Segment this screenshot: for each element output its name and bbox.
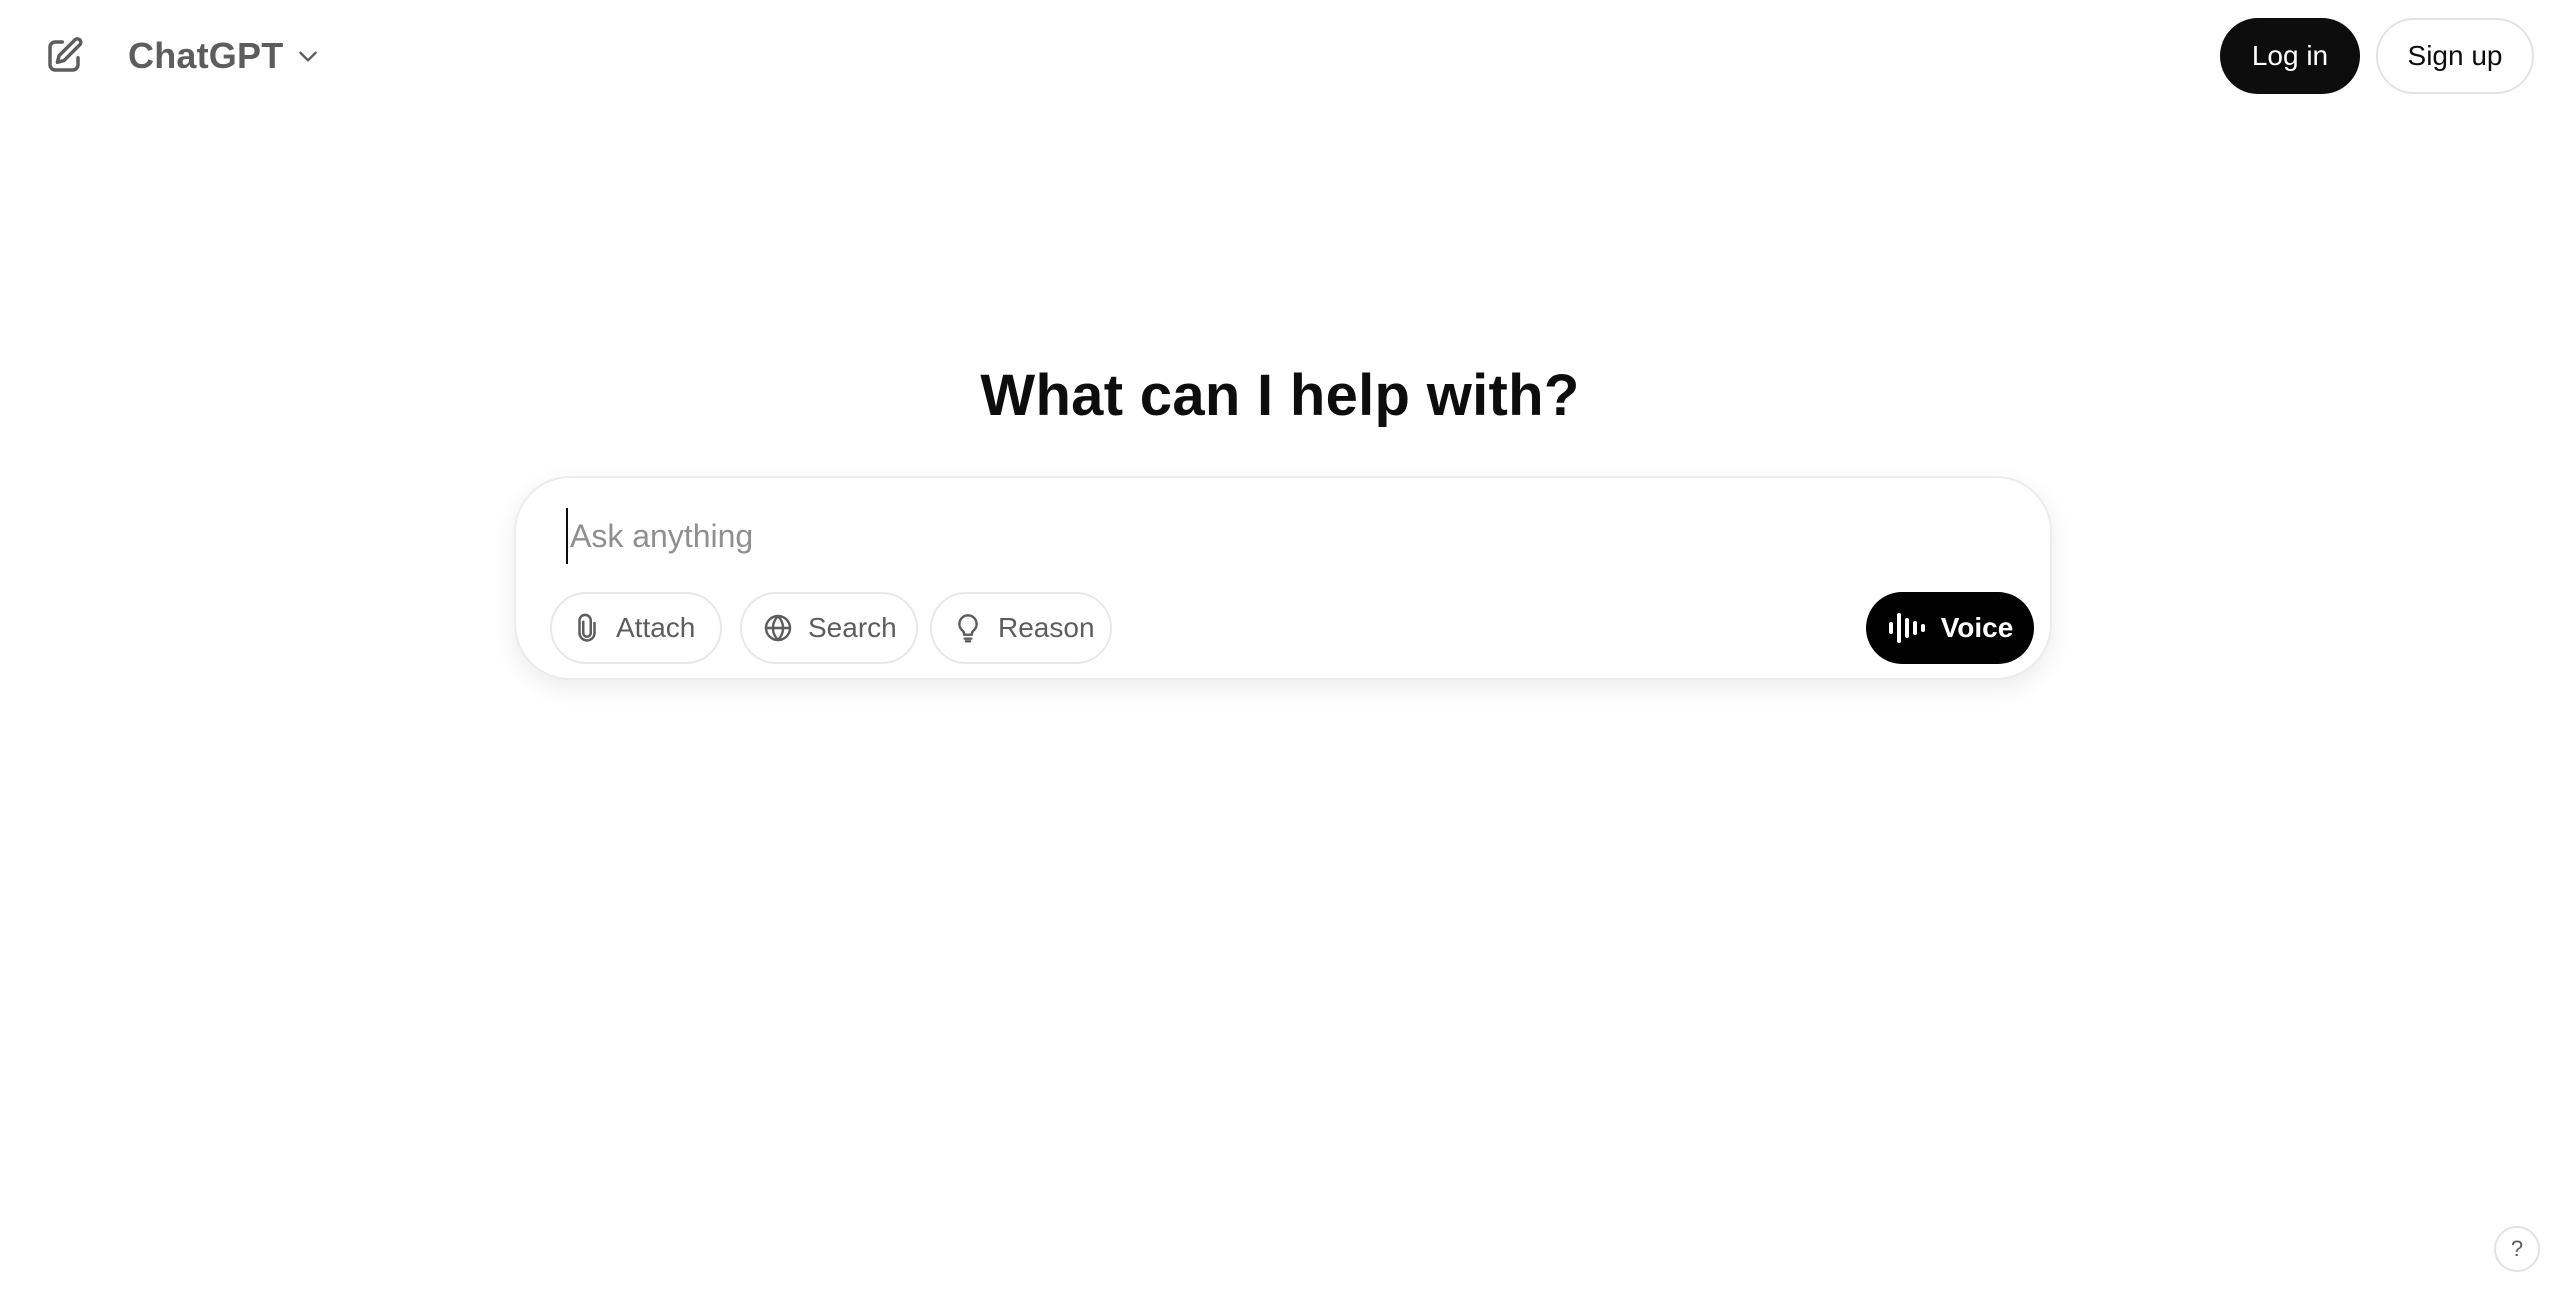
signup-button[interactable]: Sign up <box>2376 18 2534 94</box>
voice-label: Voice <box>1940 612 2014 643</box>
model-selector[interactable]: ChatGPT <box>112 24 337 88</box>
reason-button[interactable]: Reason <box>930 592 1112 664</box>
page-title: What can I help with? <box>980 363 1580 428</box>
prompt-input[interactable] <box>566 508 1966 564</box>
search-label: Search <box>808 612 897 643</box>
search-button[interactable]: Search <box>740 592 918 664</box>
pencil-square-icon <box>48 37 83 72</box>
login-button[interactable]: Log in <box>2220 18 2360 94</box>
reason-label: Reason <box>998 612 1095 643</box>
attach-label: Attach <box>616 612 696 643</box>
header: ChatGPT Log in Sign up <box>0 0 2560 112</box>
attach-button[interactable]: Attach <box>550 592 722 664</box>
voice-button[interactable]: Voice <box>1866 592 2034 664</box>
new-chat-button[interactable] <box>36 28 92 84</box>
model-name: ChatGPT <box>128 35 284 76</box>
paperclip-icon <box>578 613 596 642</box>
globe-icon <box>764 614 792 642</box>
chevron-down-icon <box>299 51 318 62</box>
lightbulb-icon <box>958 614 978 643</box>
help-button[interactable]: ? <box>2494 1226 2540 1272</box>
waveform-icon <box>1888 613 1925 643</box>
prompt-composer: Attach Search Reason Voice <box>514 476 2052 680</box>
